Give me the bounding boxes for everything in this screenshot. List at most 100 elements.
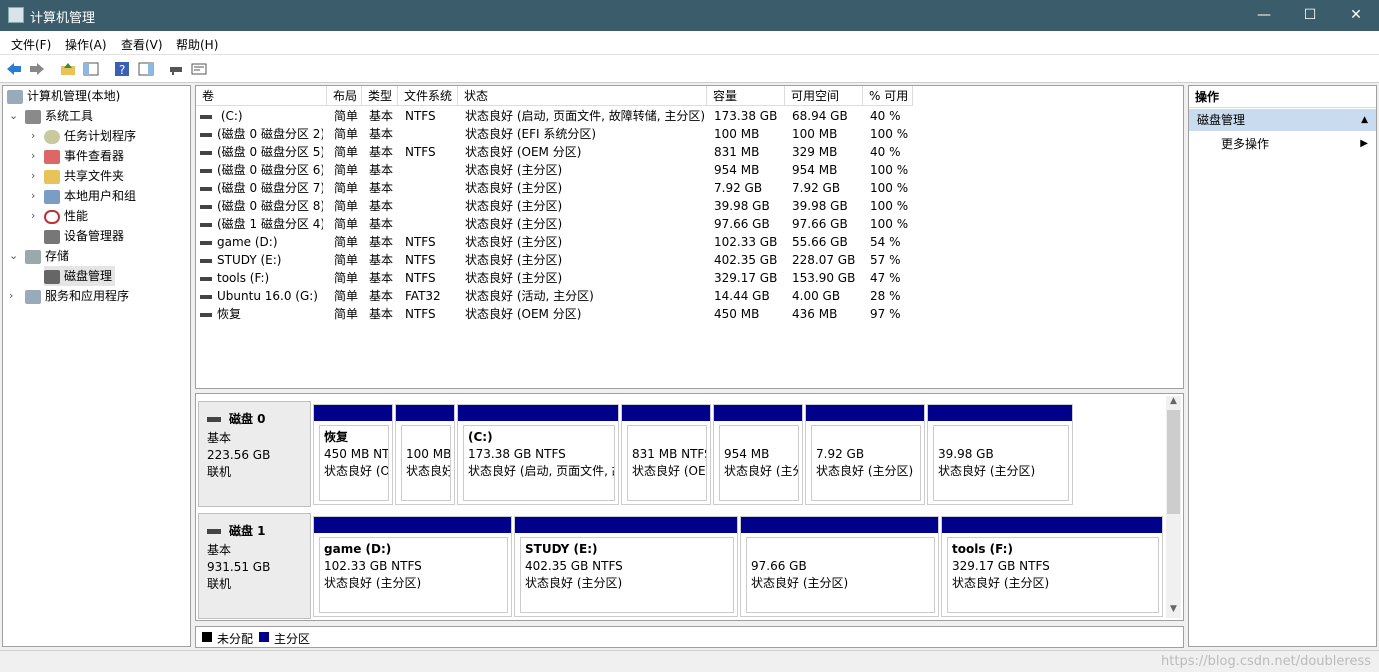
cell-filesystem: FAT32: [405, 289, 441, 303]
cell-volume: (磁盘 1 磁盘分区 4): [196, 215, 323, 233]
partition-type-bar: [314, 517, 511, 533]
column-header-volume[interactable]: 卷: [196, 86, 327, 106]
submenu-arrow-icon: ▶: [1360, 138, 1368, 149]
table-row[interactable]: (磁盘 0 磁盘分区 6) 简单 基本 状态良好 (主分区) 954 MB 954 MB 1…: [196, 161, 1183, 179]
chevron-down-icon[interactable]: ⌄: [9, 109, 18, 122]
cell-capacity: 450 MB: [714, 307, 760, 321]
chevron-right-icon[interactable]: ›: [31, 129, 35, 142]
tree-item-task-scheduler[interactable]: 任务计划程序: [44, 126, 136, 146]
column-header-free-space[interactable]: 可用空间: [785, 86, 863, 106]
cell-free-space: 228.07 GB: [792, 253, 856, 267]
table-row[interactable]: 恢复 简单 基本 NTFS 状态良好 (OEM 分区) 450 MB 436 MB 97 %: [196, 305, 1183, 323]
chevron-right-icon[interactable]: ›: [9, 289, 13, 302]
partition-block[interactable]: (C:) 173.38 GB NTFS 状态良好 (启动, 页面文件, 故: [457, 404, 619, 505]
menu-file[interactable]: 文件(F): [11, 36, 51, 53]
column-header-capacity[interactable]: 容量: [707, 86, 785, 106]
partition-block[interactable]: 39.98 GB 状态良好 (主分区): [927, 404, 1073, 505]
disk-label[interactable]: 磁盘 0 基本 223.56 GB 联机: [198, 401, 311, 507]
partition-block[interactable]: 831 MB NTFS 状态良好 (OEI: [621, 404, 711, 505]
column-header-type[interactable]: 类型: [362, 86, 398, 106]
table-row[interactable]: (C:) 简单 基本 NTFS 状态良好 (启动, 页面文件, 故障转储, 主分区) 17…: [196, 107, 1183, 125]
chevron-down-icon[interactable]: ⌄: [9, 249, 18, 262]
volume-icon: [200, 312, 212, 317]
column-header-filesystem[interactable]: 文件系统: [398, 86, 458, 106]
actions-section-disk-management[interactable]: 磁盘管理 ▲: [1189, 109, 1376, 131]
table-row[interactable]: (磁盘 0 磁盘分区 5) 简单 基本 NTFS 状态良好 (OEM 分区) 831 MB…: [196, 143, 1183, 161]
connect-icon[interactable]: [167, 60, 185, 78]
volume-icon: [200, 240, 212, 245]
table-row[interactable]: tools (F:) 简单 基本 NTFS 状态良好 (主分区) 329.17 GB 153…: [196, 269, 1183, 287]
chevron-right-icon[interactable]: ›: [31, 169, 35, 182]
table-row[interactable]: Ubuntu 16.0 (G:) 简单 基本 FAT32 状态良好 (活动, 主分区) 1…: [196, 287, 1183, 305]
show-action-pane-icon[interactable]: [137, 60, 155, 78]
minimize-button[interactable]: —: [1241, 0, 1287, 31]
cell-capacity: 831 MB: [714, 145, 760, 159]
tree-item-services[interactable]: 服务和应用程序: [25, 286, 129, 306]
menu-view[interactable]: 查看(V): [121, 36, 163, 53]
tree-item-system-tools[interactable]: 系统工具: [25, 106, 93, 126]
partition-block[interactable]: STUDY (E:) 402.35 GB NTFS 状态良好 (主分区): [514, 516, 738, 617]
legend: 未分配 主分区: [195, 626, 1184, 648]
partition-block[interactable]: 100 MB 状态良好: [395, 404, 455, 505]
cell-capacity: 402.35 GB: [714, 253, 778, 267]
show-hide-tree-icon[interactable]: [82, 60, 100, 78]
table-row[interactable]: STUDY (E:) 简单 基本 NTFS 状态良好 (主分区) 402.35 GB 228…: [196, 251, 1183, 269]
table-row[interactable]: (磁盘 0 磁盘分区 7) 简单 基本 状态良好 (主分区) 7.92 GB 7.92 G…: [196, 179, 1183, 197]
cell-type: 基本: [369, 235, 394, 249]
menu-action[interactable]: 操作(A): [65, 36, 107, 53]
cell-free-space: 39.98 GB: [792, 199, 848, 213]
column-header-layout[interactable]: 布局: [327, 86, 362, 106]
scroll-down-arrow-icon[interactable]: ▼: [1166, 604, 1181, 618]
tree-item-performance[interactable]: 性能: [44, 206, 88, 226]
partition-block[interactable]: 954 MB 状态良好 (主分: [713, 404, 803, 505]
disk-label[interactable]: 磁盘 1 基本 931.51 GB 联机: [198, 513, 311, 619]
back-arrow-icon[interactable]: [5, 60, 23, 78]
maximize-button[interactable]: ☐: [1287, 0, 1333, 31]
table-row[interactable]: (磁盘 0 磁盘分区 8) 简单 基本 状态良好 (主分区) 39.98 GB 39.98…: [196, 197, 1183, 215]
primary-partition-swatch: [259, 632, 269, 642]
partition-line1: 173.38 GB NTFS: [468, 447, 566, 461]
table-row[interactable]: (磁盘 1 磁盘分区 4) 简单 基本 状态良好 (主分区) 97.66 GB 97.66…: [196, 215, 1183, 233]
tree-item-storage[interactable]: 存储: [25, 246, 69, 266]
scroll-up-arrow-icon[interactable]: ▲: [1166, 396, 1181, 410]
tree-item-root[interactable]: 计算机管理(本地): [7, 86, 120, 106]
cell-layout: 简单: [334, 181, 359, 195]
column-header-status[interactable]: 状态: [458, 86, 707, 106]
cell-layout: 简单: [334, 307, 359, 321]
menu-help[interactable]: 帮助(H): [176, 36, 218, 53]
partition-block[interactable]: 97.66 GB 状态良好 (主分区): [740, 516, 939, 617]
partition-block[interactable]: tools (F:) 329.17 GB NTFS 状态良好 (主分区): [941, 516, 1163, 617]
tree-item-local-users[interactable]: 本地用户和组: [44, 186, 136, 206]
help-icon[interactable]: ?: [113, 60, 131, 78]
table-row[interactable]: game (D:) 简单 基本 NTFS 状态良好 (主分区) 102.33 GB 55.6…: [196, 233, 1183, 251]
partition-line1: 97.66 GB: [751, 559, 807, 573]
column-header-percent-free[interactable]: % 可用: [863, 86, 913, 106]
collapse-up-icon[interactable]: ▲: [1361, 109, 1368, 131]
cell-percent-free: 100 %: [870, 127, 909, 141]
chevron-right-icon[interactable]: ›: [31, 189, 35, 202]
properties-icon[interactable]: [190, 60, 208, 78]
cell-percent-free: 100 %: [870, 199, 909, 213]
forward-arrow-icon[interactable]: [28, 60, 46, 78]
legend-primary: 主分区: [274, 632, 311, 646]
tree-item-disk-management[interactable]: 磁盘管理: [44, 266, 116, 286]
partition-block[interactable]: game (D:) 102.33 GB NTFS 状态良好 (主分区): [313, 516, 512, 617]
more-actions-item[interactable]: 更多操作 ▶: [1189, 134, 1376, 154]
tree-item-device-manager[interactable]: 设备管理器: [44, 226, 124, 246]
partition-type-bar: [942, 517, 1162, 533]
up-folder-icon[interactable]: [59, 60, 77, 78]
partition-block[interactable]: 恢复 450 MB NT 状态良好 (O: [313, 404, 393, 505]
table-row[interactable]: (磁盘 0 磁盘分区 2) 简单 基本 状态良好 (EFI 系统分区) 100 MB 10…: [196, 125, 1183, 143]
scroll-thumb[interactable]: [1167, 410, 1180, 514]
close-button[interactable]: ✕: [1333, 0, 1379, 31]
partition-line1: 402.35 GB NTFS: [525, 559, 623, 573]
chevron-right-icon[interactable]: ›: [31, 149, 35, 162]
volume-list: 卷 布局 类型 文件系统 状态 容量 可用空间 % 可用 (C:) 简单 基本 NTF…: [195, 85, 1184, 389]
cell-status: 状态良好 (EFI 系统分区): [465, 127, 597, 141]
tree-item-event-viewer[interactable]: 事件查看器: [44, 146, 124, 166]
navigation-tree: 计算机管理(本地) ⌄ 系统工具 › 任务计划程序 › 事件查看器 › 共享文件…: [2, 85, 191, 647]
chevron-right-icon[interactable]: ›: [31, 209, 35, 222]
tree-item-shared-folders[interactable]: 共享文件夹: [44, 166, 124, 186]
partition-block[interactable]: 7.92 GB 状态良好 (主分区): [805, 404, 925, 505]
vertical-scrollbar[interactable]: ▲ ▼: [1166, 396, 1181, 618]
